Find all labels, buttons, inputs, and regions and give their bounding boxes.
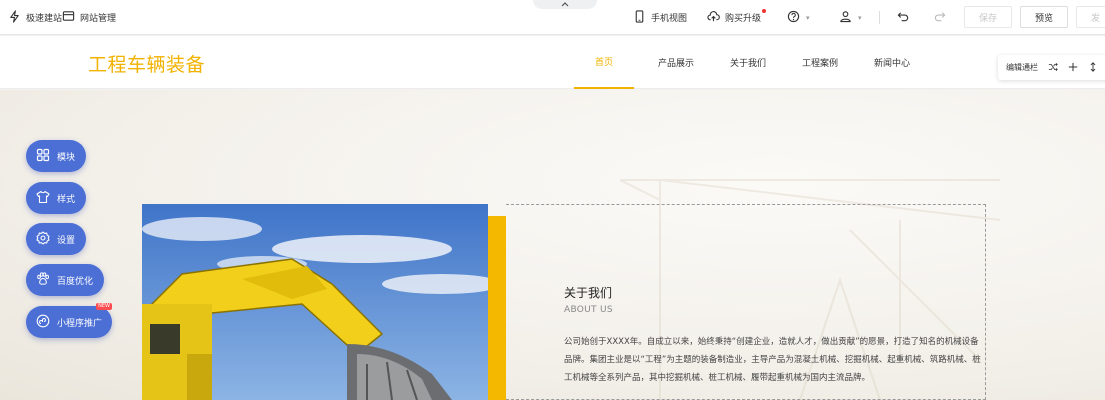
module-panel-button[interactable]: 模块 bbox=[26, 140, 86, 172]
cloud-upload-icon bbox=[707, 10, 720, 26]
nav-item-about[interactable]: 关于我们 bbox=[722, 36, 774, 89]
lightning-icon bbox=[8, 9, 21, 26]
preview-button[interactable]: 预览 bbox=[1020, 6, 1068, 28]
style-label: 样式 bbox=[57, 194, 76, 205]
chevron-down-icon: ▾ bbox=[858, 13, 862, 22]
site-manage-button[interactable]: 网站管理 bbox=[62, 0, 116, 35]
publish-button[interactable]: 发 bbox=[1076, 6, 1105, 28]
help-button[interactable]: ▾ bbox=[787, 0, 810, 35]
shirt-icon bbox=[36, 190, 50, 207]
mobile-view-label: 手机视图 bbox=[651, 14, 688, 24]
about-description: 公司始创于XXXX年。自成立以来，始终秉持“创建企业，造就人才，做出贡献”的愿景… bbox=[564, 337, 981, 383]
user-menu-button[interactable]: ▾ bbox=[839, 0, 862, 35]
buy-upgrade-label: 购买升级 bbox=[725, 14, 762, 24]
toolbar-divider bbox=[879, 11, 880, 24]
quick-build-button[interactable]: 极速建站 bbox=[8, 0, 62, 35]
site-manage-label: 网站管理 bbox=[80, 14, 117, 24]
mobile-view-button[interactable]: 手机视图 bbox=[633, 0, 687, 35]
nav-item-home[interactable]: 首页 bbox=[574, 36, 634, 89]
edit-column-button[interactable]: 编辑通栏 bbox=[1006, 62, 1038, 73]
nav-item-news[interactable]: 新闻中心 bbox=[866, 36, 918, 89]
about-title: 关于我们 bbox=[564, 286, 613, 300]
redo-icon bbox=[933, 10, 946, 26]
baidu-seo-label: 百度优化 bbox=[57, 276, 94, 287]
help-icon bbox=[787, 10, 800, 26]
settings-label: 设置 bbox=[57, 235, 76, 246]
paw-icon bbox=[36, 271, 50, 289]
grid-icon bbox=[36, 148, 50, 165]
accent-bar bbox=[488, 216, 506, 400]
settings-panel-button[interactable]: 设置 bbox=[26, 223, 86, 255]
chevron-down-icon: ▾ bbox=[806, 13, 810, 22]
monitor-icon bbox=[62, 10, 75, 26]
module-label: 模块 bbox=[57, 152, 76, 163]
buy-upgrade-button[interactable]: 购买升级 bbox=[707, 0, 767, 35]
site-logo[interactable]: 工程车辆装备 bbox=[88, 50, 205, 77]
excavator-photo bbox=[142, 204, 488, 400]
editor-toolbar: 极速建站 网站管理 手机视图 购买升级 ▾ ▾ 保存 预览 发 bbox=[0, 0, 1105, 35]
nav-item-cases[interactable]: 工程案例 bbox=[794, 36, 846, 89]
baidu-seo-button[interactable]: 百度优化 bbox=[26, 264, 104, 296]
about-subtitle: ABOUT US bbox=[564, 305, 613, 315]
undo-icon bbox=[897, 10, 910, 26]
redo-button[interactable] bbox=[933, 0, 946, 35]
gear-icon bbox=[36, 230, 50, 248]
collapse-toolbar-tab[interactable] bbox=[533, 0, 597, 9]
user-icon bbox=[839, 10, 852, 26]
chevron-up-icon bbox=[561, 0, 569, 10]
arrows-vertical-icon[interactable] bbox=[1088, 61, 1098, 74]
save-button[interactable]: 保存 bbox=[964, 6, 1012, 28]
nav-item-products[interactable]: 产品展示 bbox=[650, 36, 702, 89]
column-edit-bar: 编辑通栏 bbox=[998, 55, 1105, 80]
notification-dot bbox=[762, 9, 767, 13]
shuffle-icon[interactable] bbox=[1048, 62, 1058, 74]
plus-icon[interactable] bbox=[1068, 62, 1078, 74]
mini-program-icon bbox=[36, 314, 50, 331]
mini-program-promo-button[interactable]: 小程序推广 NEW bbox=[26, 303, 112, 338]
mini-program-label: 小程序推广 bbox=[57, 318, 103, 329]
style-panel-button[interactable]: 样式 bbox=[26, 182, 86, 214]
phone-icon bbox=[633, 9, 646, 26]
site-header: 工程车辆装备 首页 产品展示 关于我们 工程案例 新闻中心 bbox=[0, 36, 1105, 89]
undo-button[interactable] bbox=[897, 0, 910, 35]
quick-build-label: 极速建站 bbox=[26, 14, 63, 24]
new-badge: NEW bbox=[96, 303, 112, 310]
